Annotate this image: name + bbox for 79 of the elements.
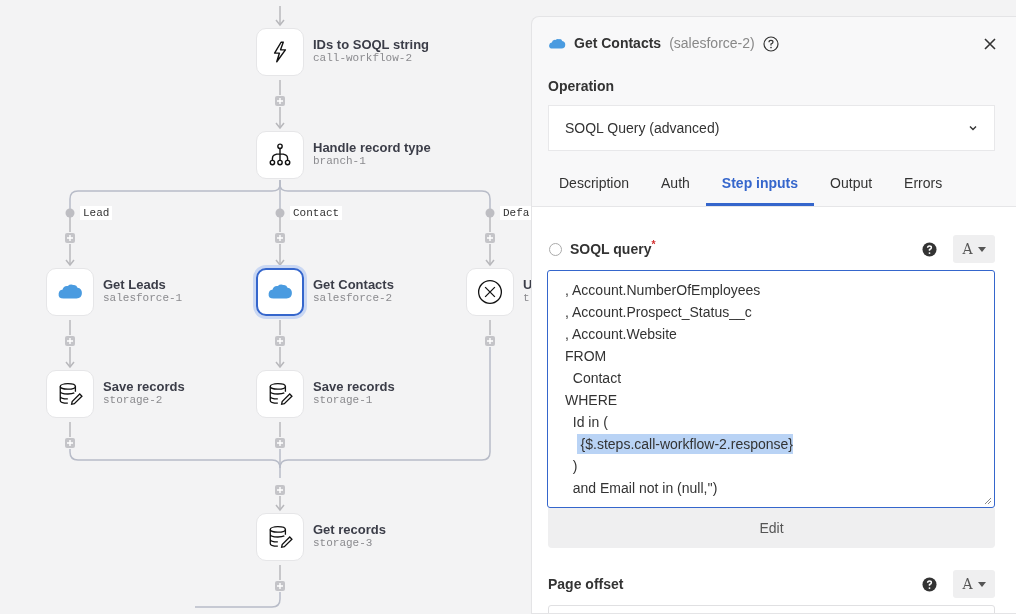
step-id: branch-1 <box>313 155 366 168</box>
connector-arrow <box>485 243 495 267</box>
connector-arrow <box>275 243 285 267</box>
step-id: salesforce-2 <box>313 292 393 305</box>
help-icon[interactable] <box>922 241 937 257</box>
step-id: salesforce-1 <box>103 292 183 305</box>
step-id: t <box>523 292 530 305</box>
connector-line <box>69 421 71 438</box>
tab[interactable]: Auth <box>645 160 706 206</box>
branch-icon <box>267 142 293 168</box>
add-step-button[interactable] <box>65 438 75 448</box>
step-title: U <box>523 277 531 292</box>
database-edit-icon <box>267 381 293 407</box>
operation-select[interactable]: SOQL Query (advanced) <box>548 105 995 151</box>
connector-arrow <box>65 243 75 267</box>
connector-line <box>69 319 71 336</box>
branch-label: Contact <box>290 206 343 220</box>
tab[interactable]: Errors <box>888 160 959 206</box>
connector-line <box>279 216 281 233</box>
connector-arrow <box>275 346 285 369</box>
add-step-button[interactable] <box>275 233 285 243</box>
connector-line <box>69 216 71 233</box>
mode-dropdown[interactable]: A <box>953 235 995 263</box>
step-title: Save records <box>313 379 395 394</box>
connector-line <box>279 564 281 581</box>
connector-arrow <box>275 5 285 27</box>
add-step-button[interactable] <box>485 336 495 346</box>
connector-line <box>489 319 491 336</box>
add-step-button[interactable] <box>275 438 285 448</box>
step-id: storage-1 <box>313 394 373 407</box>
add-step-button[interactable] <box>275 96 285 106</box>
connector-arrow <box>275 106 285 130</box>
branch-dot <box>65 208 75 218</box>
field-label: Operation <box>548 77 616 96</box>
caret-icon <box>977 581 986 587</box>
step-title: Handle record type <box>313 140 431 155</box>
step-title: Get records <box>313 522 386 537</box>
help-icon[interactable] <box>762 35 779 52</box>
branch-dot <box>485 208 495 218</box>
add-step-button[interactable] <box>65 233 75 243</box>
panel-title: Get Contacts <box>574 34 662 53</box>
step-title: Save records <box>103 379 185 394</box>
add-step-button[interactable] <box>65 336 75 346</box>
query-field[interactable]: , Account.NumberOfEmployees , Account.Prospect_Status__c , Account.Website FROM Contact WHERE Id in ( {$.steps.call-workflow-2.response} ) and Email not in (null,'') <box>547 270 995 508</box>
add-step-button[interactable] <box>275 581 285 591</box>
edit-button[interactable]: Edit <box>548 508 995 548</box>
step-title: IDs to SOQL string <box>313 37 430 52</box>
tab[interactable]: Description <box>543 160 646 206</box>
connector-line <box>279 421 281 438</box>
add-step-button[interactable] <box>485 233 495 243</box>
mode-dropdown[interactable]: A <box>953 570 995 598</box>
connector-arrow <box>65 346 75 369</box>
resize-handle-icon[interactable] <box>984 497 992 505</box>
add-step-button[interactable] <box>275 485 285 495</box>
connector-arrow <box>275 495 285 512</box>
add-step-button[interactable] <box>275 336 285 346</box>
help-icon[interactable] <box>922 576 937 592</box>
connector-line <box>279 319 281 336</box>
database-edit-icon <box>267 524 293 550</box>
step-id: storage-2 <box>103 394 163 407</box>
connector-line <box>489 216 491 233</box>
step-id: storage-3 <box>313 537 373 550</box>
caret-icon <box>977 246 986 252</box>
branch-label: Defa <box>500 206 531 220</box>
connector-line <box>279 79 281 96</box>
field-label: SOQL query$^{*}$ <box>570 238 656 259</box>
tab[interactable]: Output <box>814 160 889 206</box>
close-button[interactable] <box>984 37 996 50</box>
field-label: Page offset <box>548 574 624 594</box>
step-title: Get Leads <box>103 277 166 292</box>
step-title: Get Contacts <box>313 277 394 292</box>
step-node[interactable] <box>256 268 304 316</box>
chevron-down-icon <box>968 123 978 133</box>
branch-label: Lead <box>80 206 113 220</box>
x-circle-icon <box>477 279 503 305</box>
step-id: (salesforce-2) <box>669 34 755 53</box>
database-edit-icon <box>57 381 83 407</box>
branch-dot <box>275 208 285 218</box>
step-id: call-workflow-2 <box>313 52 413 65</box>
